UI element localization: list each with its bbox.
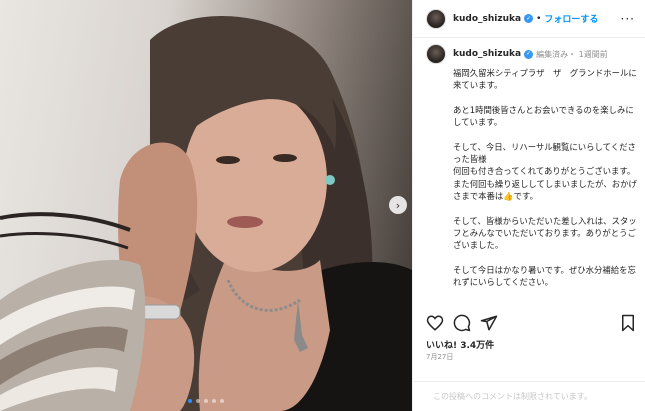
header-separator: • xyxy=(536,13,542,24)
carousel-dot xyxy=(196,399,200,403)
post-side-panel: kudo_shizuka ✓ • フォローする ··· kudo_shizuka… xyxy=(412,0,645,411)
photo-illustration xyxy=(0,16,412,411)
caption-paragraph: そして今日はかなり暑いです。ぜひ水分補給を忘れずにいらしてください。 xyxy=(453,264,636,288)
caption-paragraph: そして、皆様からいただいた差し入れは、スタッフとみんなでいただいております。あり… xyxy=(453,215,637,251)
avatar[interactable] xyxy=(426,8,446,29)
comments-restricted-notice: この投稿へのコメントは制限されています。 xyxy=(433,392,592,401)
caption-paragraph: そして、今日、リハーサル観覧にいらしてくださった皆様 何回も付き合ってくれてあり… xyxy=(453,141,637,201)
carousel-dot xyxy=(188,399,192,403)
caption-header: kudo_shizuka ✓ 編集済み・ 1週間前 xyxy=(426,44,639,64)
caption-verified-icon: ✓ xyxy=(524,49,534,59)
post-date[interactable]: 7月27日 xyxy=(426,352,453,362)
post-actions xyxy=(426,314,638,336)
caption-meta: 編集済み・ 1週間前 xyxy=(536,49,608,59)
likes-count[interactable]: いいね! 3.4万件 xyxy=(426,338,494,351)
header-username[interactable]: kudo_shizuka xyxy=(453,14,521,24)
carousel-dot xyxy=(212,399,216,403)
caption-paragraph: あと1時間後皆さんとお会いできるのを楽しみにしています。 xyxy=(453,104,634,128)
carousel-dot xyxy=(220,399,224,403)
more-options-icon[interactable]: ··· xyxy=(621,12,635,26)
carousel-dots xyxy=(0,399,412,403)
verified-badge-icon: ✓ xyxy=(524,14,534,23)
carousel-dot xyxy=(204,399,208,403)
bookmark-icon[interactable] xyxy=(620,314,636,332)
next-image-button[interactable]: › xyxy=(389,196,407,214)
caption-avatar[interactable] xyxy=(426,44,446,64)
caption: kudo_shizuka ✓ 編集済み・ 1週間前 福岡久留米シティプラザ ザ … xyxy=(426,44,639,306)
post-photo[interactable]: › xyxy=(0,0,412,411)
comment-area: この投稿へのコメントは制限されています。 xyxy=(413,381,645,411)
paper-plane-icon[interactable] xyxy=(480,314,498,332)
post-header: kudo_shizuka ✓ • フォローする ··· xyxy=(413,0,645,38)
caption-body: 福岡久留米シティプラザ ザ グランドホールに来ています。 あと1時間後皆さんとお… xyxy=(453,67,639,288)
caption-paragraph: 福岡久留米シティプラザ ザ グランドホールに来ています。 xyxy=(453,68,637,91)
comment-icon[interactable] xyxy=(453,314,471,332)
follow-button[interactable]: フォローする xyxy=(544,12,598,25)
caption-username[interactable]: kudo_shizuka xyxy=(453,49,521,59)
heart-icon[interactable] xyxy=(426,314,444,332)
